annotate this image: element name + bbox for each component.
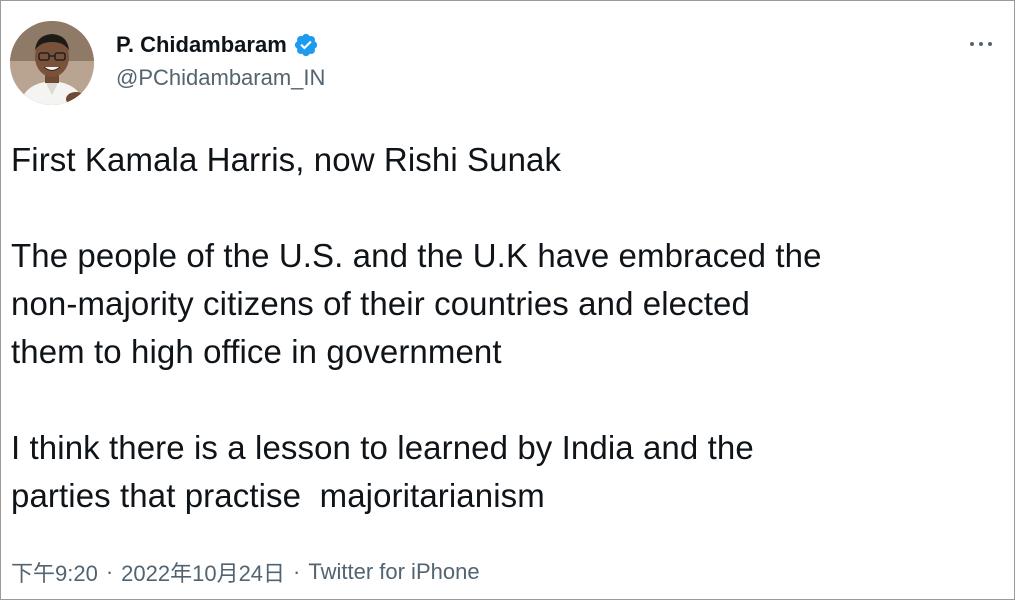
tweet-line: non-majority citizens of their countries…	[11, 285, 750, 322]
author-name-row: P. Chidambaram	[116, 29, 319, 61]
tweet-paragraph: The people of the U.S. and the U.K have …	[11, 232, 1001, 376]
more-dots-icon	[970, 42, 974, 46]
tweet-line: them to high office in government	[11, 333, 502, 370]
avatar-photo	[10, 21, 94, 105]
tweet-date[interactable]: 2022年10月24日	[121, 556, 285, 588]
verified-badge-icon	[293, 32, 319, 58]
tweet-line: First Kamala Harris, now Rishi Sunak	[11, 141, 562, 178]
tweet-card: P. Chidambaram @PChidambaram_IN First Ka…	[0, 0, 1015, 600]
avatar[interactable]	[10, 21, 94, 105]
tweet-source-link[interactable]: Twitter for iPhone	[308, 559, 479, 585]
author-display-name[interactable]: P. Chidambaram	[116, 32, 287, 58]
tweet-line: I think there is a lesson to learned by …	[11, 429, 754, 466]
tweet-line: The people of the U.S. and the U.K have …	[11, 237, 822, 274]
meta-separator: ·	[105, 559, 114, 584]
author-handle[interactable]: @PChidambaram_IN	[116, 65, 325, 91]
tweet-meta: 下午9:20 · 2022年10月24日 · Twitter for iPhon…	[11, 556, 480, 588]
tweet-text: First Kamala Harris, now Rishi Sunak The …	[11, 136, 1001, 520]
tweet-paragraph: I think there is a lesson to learned by …	[11, 424, 1001, 520]
more-options-button[interactable]	[964, 31, 998, 57]
meta-separator: ·	[293, 559, 301, 584]
tweet-paragraph: First Kamala Harris, now Rishi Sunak	[11, 136, 1001, 184]
tweet-line: parties that practise majoritarianism	[11, 477, 545, 514]
tweet-time[interactable]: 下午9:20	[11, 556, 98, 588]
